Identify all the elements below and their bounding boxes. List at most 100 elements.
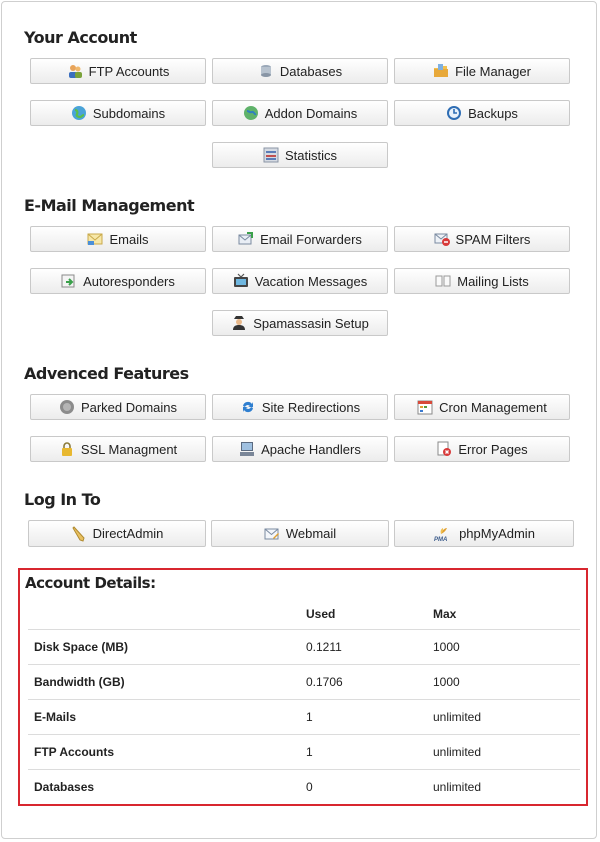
ftp-users-icon bbox=[67, 63, 83, 79]
cron-management-button[interactable]: Cron Management bbox=[394, 394, 570, 420]
control-panel: Your Account FTP Accounts Databases File… bbox=[1, 1, 597, 839]
column-header-max: Max bbox=[433, 598, 580, 630]
webmail-label: Webmail bbox=[285, 526, 337, 541]
section-title-email-management: E-Mail Management bbox=[24, 196, 195, 215]
redirect-arrows-icon bbox=[240, 399, 256, 415]
tv-icon bbox=[233, 273, 249, 289]
autoresponders-label: Autoresponders bbox=[83, 273, 175, 289]
row-max: unlimited bbox=[433, 780, 482, 794]
emails-label: Emails bbox=[109, 231, 149, 247]
table-row: Bandwidth (GB) 0.1706 1000 bbox=[28, 664, 580, 700]
table-row: Databases 0 unlimited bbox=[28, 770, 580, 805]
spam-filter-icon bbox=[434, 231, 450, 247]
email-forwarders-label: Email Forwarders bbox=[260, 231, 362, 247]
parked-domains-button[interactable]: Parked Domains bbox=[30, 394, 206, 420]
row-max: 1000 bbox=[433, 664, 580, 700]
ssl-management-button[interactable]: SSL Managment bbox=[30, 436, 206, 462]
lock-icon bbox=[59, 441, 75, 457]
cron-management-label: Cron Management bbox=[439, 399, 547, 415]
parked-domains-label: Parked Domains bbox=[80, 399, 178, 415]
autoresponder-icon bbox=[61, 273, 77, 289]
spamassasin-setup-label: Spamassasin Setup bbox=[253, 315, 369, 331]
apache-handlers-label: Apache Handlers bbox=[261, 441, 361, 457]
emails-button[interactable]: Emails bbox=[30, 226, 206, 252]
row-label: Databases bbox=[34, 780, 95, 794]
databases-label: Databases bbox=[279, 63, 343, 79]
parked-domain-icon bbox=[59, 399, 75, 415]
mailing-lists-label: Mailing Lists bbox=[457, 273, 529, 289]
site-redirections-button[interactable]: Site Redirections bbox=[212, 394, 388, 420]
database-icon bbox=[258, 63, 274, 79]
backups-label: Backups bbox=[468, 105, 518, 121]
row-max: unlimited bbox=[433, 734, 580, 770]
directadmin-button[interactable]: DirectAdmin bbox=[28, 520, 206, 547]
addon-globe-icon bbox=[243, 105, 259, 121]
file-manager-label: File Manager bbox=[455, 63, 531, 79]
section-title-advanced-features: Advenced Features bbox=[24, 364, 189, 383]
backups-button[interactable]: Backups bbox=[394, 100, 570, 126]
column-header-used: Used bbox=[306, 598, 433, 630]
spy-user-icon bbox=[231, 315, 247, 331]
row-label: E-Mails bbox=[28, 699, 306, 735]
book-icon bbox=[435, 273, 451, 289]
svg-text:PMA: PMA bbox=[434, 537, 447, 542]
table-row: E-Mails 1 unlimited bbox=[28, 699, 580, 735]
subdomains-button[interactable]: Subdomains bbox=[30, 100, 206, 126]
webmail-icon bbox=[264, 526, 280, 542]
row-label: FTP Accounts bbox=[28, 734, 306, 770]
autoresponders-button[interactable]: Autoresponders bbox=[30, 268, 206, 294]
row-label: Disk Space (MB) bbox=[28, 629, 306, 665]
statistics-label: Statistics bbox=[284, 147, 337, 163]
vacation-messages-label: Vacation Messages bbox=[254, 273, 368, 289]
error-pages-label: Error Pages bbox=[458, 441, 528, 457]
account-details-panel: Account Details: Used Max Disk Space (MB… bbox=[18, 568, 588, 806]
row-used: 1 bbox=[306, 699, 433, 735]
pma-logo-icon: PMA bbox=[433, 526, 453, 542]
statistics-button[interactable]: Statistics bbox=[212, 142, 388, 168]
directadmin-label: DirectAdmin bbox=[92, 526, 164, 541]
computer-icon bbox=[239, 441, 255, 457]
folder-icon bbox=[433, 63, 449, 79]
spam-filters-button[interactable]: SPAM Filters bbox=[394, 226, 570, 252]
file-manager-button[interactable]: File Manager bbox=[394, 58, 570, 84]
email-forwarders-button[interactable]: Email Forwarders bbox=[212, 226, 388, 252]
calendar-icon bbox=[417, 399, 433, 415]
vacation-messages-button[interactable]: Vacation Messages bbox=[212, 268, 388, 294]
account-details-title: Account Details: bbox=[25, 574, 156, 592]
column-header-resource bbox=[28, 598, 306, 630]
addon-domains-button[interactable]: Addon Domains bbox=[212, 100, 388, 126]
subdomains-label: Subdomains bbox=[92, 105, 166, 121]
pencil-icon bbox=[71, 525, 87, 542]
statistics-icon bbox=[263, 147, 279, 163]
phpmyadmin-label: phpMyAdmin bbox=[459, 526, 535, 541]
row-used: 0.1211 bbox=[306, 629, 433, 665]
clock-icon bbox=[446, 105, 462, 121]
error-pages-button[interactable]: Error Pages bbox=[394, 436, 570, 462]
databases-button[interactable]: Databases bbox=[212, 58, 388, 84]
webmail-button[interactable]: Webmail bbox=[211, 520, 389, 547]
table-row: Disk Space (MB) 0.1211 1000 bbox=[28, 629, 580, 665]
ftp-accounts-label: FTP Accounts bbox=[88, 63, 170, 79]
ftp-accounts-button[interactable]: FTP Accounts bbox=[30, 58, 206, 84]
row-max: unlimited bbox=[433, 699, 580, 735]
forward-mail-icon bbox=[238, 231, 254, 247]
section-title-log-in-to: Log In To bbox=[24, 490, 101, 509]
table-header-row: Used Max bbox=[28, 598, 580, 630]
account-details-table: Used Max Disk Space (MB) 0.1211 1000 Ban… bbox=[28, 598, 580, 804]
ssl-management-label: SSL Managment bbox=[80, 441, 178, 457]
addon-domains-label: Addon Domains bbox=[264, 105, 358, 121]
table-row: FTP Accounts 1 unlimited bbox=[28, 734, 580, 770]
envelope-icon bbox=[87, 231, 103, 247]
globe-icon bbox=[71, 105, 87, 121]
section-title-your-account: Your Account bbox=[24, 28, 137, 47]
site-redirections-label: Site Redirections bbox=[261, 399, 361, 415]
row-used: 0 bbox=[306, 780, 313, 794]
row-max: 1000 bbox=[433, 629, 580, 665]
phpmyadmin-button[interactable]: PMA phpMyAdmin bbox=[394, 520, 574, 547]
mailing-lists-button[interactable]: Mailing Lists bbox=[394, 268, 570, 294]
error-page-icon bbox=[436, 441, 452, 457]
row-used: 0.1706 bbox=[306, 664, 433, 700]
spamassasin-setup-button[interactable]: Spamassasin Setup bbox=[212, 310, 388, 336]
apache-handlers-button[interactable]: Apache Handlers bbox=[212, 436, 388, 462]
spam-filters-label: SPAM Filters bbox=[455, 231, 531, 247]
